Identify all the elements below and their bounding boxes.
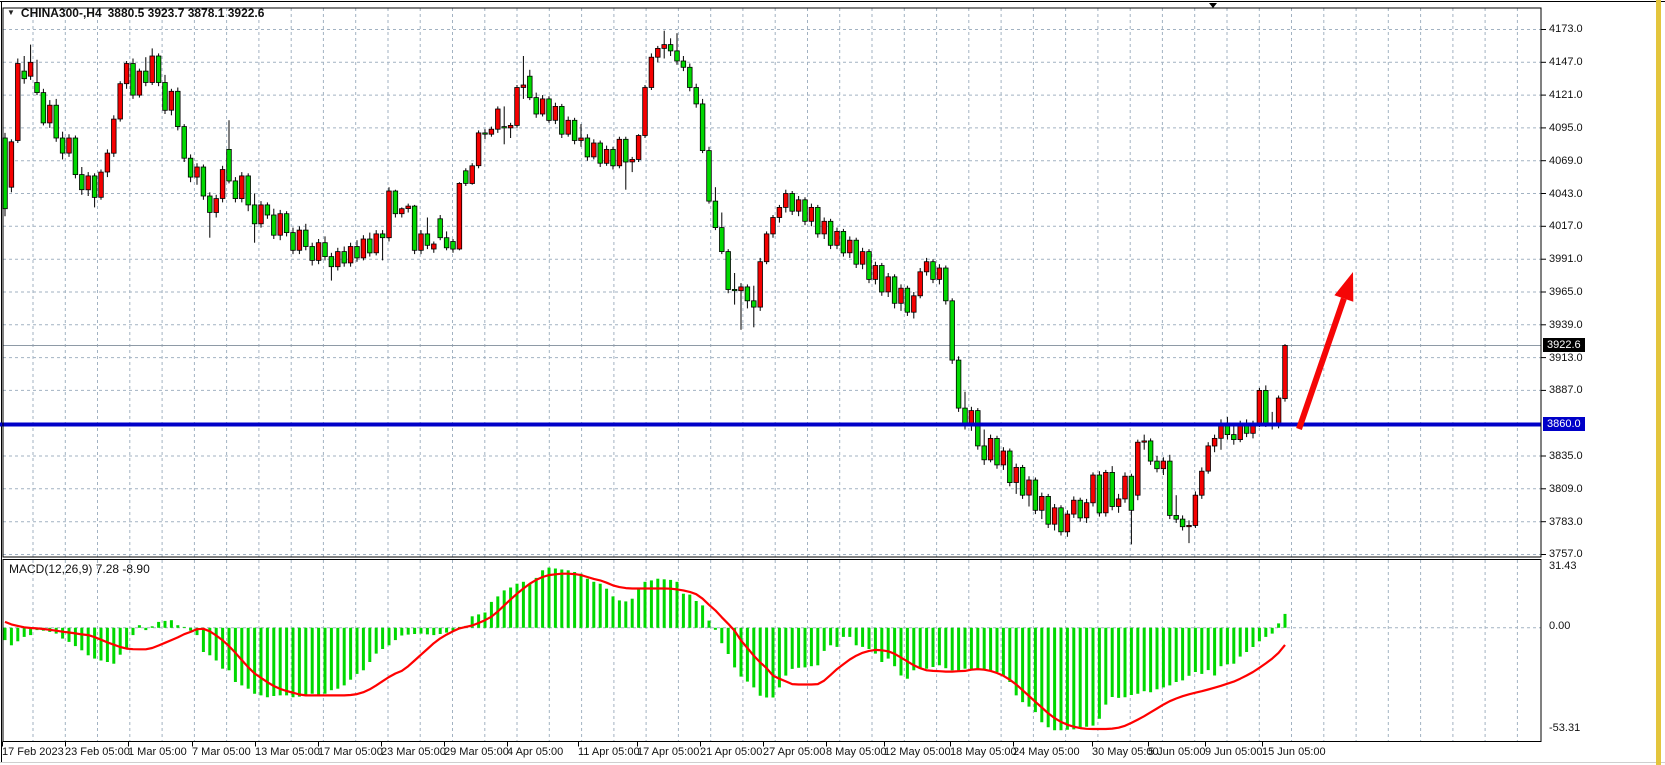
- macd-min-label: -53.31: [1549, 722, 1580, 734]
- macd-zero-label: 0.00: [1549, 620, 1570, 632]
- price-tick-label: 3913.0: [1549, 352, 1583, 364]
- time-tick-label: 18 May 05:00: [950, 746, 1017, 758]
- price-tick-label: 4147.0: [1549, 56, 1583, 68]
- time-tick-label: 29 Mar 05:00: [444, 746, 509, 758]
- time-tick-label: 11 Apr 05:00: [578, 746, 640, 758]
- window-right-strip: [1656, 0, 1661, 765]
- price-tick-label: 4173.0: [1549, 23, 1583, 35]
- time-tick-label: 23 Feb 05:00: [65, 746, 130, 758]
- price-tick-label: 4017.0: [1549, 220, 1583, 232]
- support-line-price-tag: 3860.0: [1543, 417, 1585, 431]
- time-tick-label: 13 Mar 05:00: [255, 746, 320, 758]
- price-tick-label: 4095.0: [1549, 122, 1583, 134]
- time-tick-label: 8 May 05:00: [826, 746, 887, 758]
- macd-indicator-label: MACD(12,26,9) 7.28 -8.90: [9, 562, 150, 576]
- symbol-dropdown-icon: ▼: [7, 9, 15, 17]
- ohlc-readout: 3880.5 3923.7 3878.1 3922.6: [108, 6, 265, 20]
- time-tick-label: 9 Jun 05:00: [1205, 746, 1263, 758]
- time-tick-label: 7 Mar 05:00: [192, 746, 251, 758]
- time-tick-label: 27 Apr 05:00: [763, 746, 825, 758]
- price-tick-label: 3965.0: [1549, 286, 1583, 298]
- time-tick-label: 15 Jun 05:00: [1262, 746, 1326, 758]
- price-tick-label: 4043.0: [1549, 188, 1583, 200]
- time-tick-label: 23 Mar 05:00: [381, 746, 446, 758]
- price-tick-label: 3783.0: [1549, 516, 1583, 528]
- chart-title-bar: ▼ CHINA300-,H4 3880.5 3923.7 3878.1 3922…: [7, 6, 264, 20]
- time-tick-label: 5 Jun 05:00: [1148, 746, 1206, 758]
- chart-window: ▼ CHINA300-,H4 3880.5 3923.7 3878.1 3922…: [0, 0, 1665, 765]
- chart-canvas[interactable]: [0, 0, 1665, 765]
- time-tick-label: 17 Apr 05:00: [637, 746, 699, 758]
- time-tick-label: 17 Mar 05:00: [318, 746, 383, 758]
- price-tick-label: 3939.0: [1549, 319, 1583, 331]
- price-tick-label: 4069.0: [1549, 155, 1583, 167]
- time-tick-label: 1 Mar 05:00: [128, 746, 187, 758]
- price-tick-label: 3887.0: [1549, 384, 1583, 396]
- chart-background: [0, 0, 1665, 765]
- price-tick-label: 3835.0: [1549, 450, 1583, 462]
- time-tick-label: 12 May 05:00: [884, 746, 951, 758]
- time-tick-label: 21 Apr 05:00: [700, 746, 762, 758]
- price-tick-label: 3809.0: [1549, 483, 1583, 495]
- current-price-tag: 3922.6: [1543, 338, 1585, 352]
- time-tick-label: 24 May 05:00: [1013, 746, 1080, 758]
- price-tick-label: 3991.0: [1549, 253, 1583, 265]
- price-tick-label: 4121.0: [1549, 89, 1583, 101]
- symbol-period-label: CHINA300-,H4: [21, 6, 102, 20]
- price-tick-label: 3757.0: [1549, 548, 1583, 560]
- time-tick-label: 17 Feb 2023: [2, 746, 64, 758]
- macd-max-label: 31.43: [1549, 560, 1577, 572]
- time-tick-label: 4 Apr 05:00: [507, 746, 563, 758]
